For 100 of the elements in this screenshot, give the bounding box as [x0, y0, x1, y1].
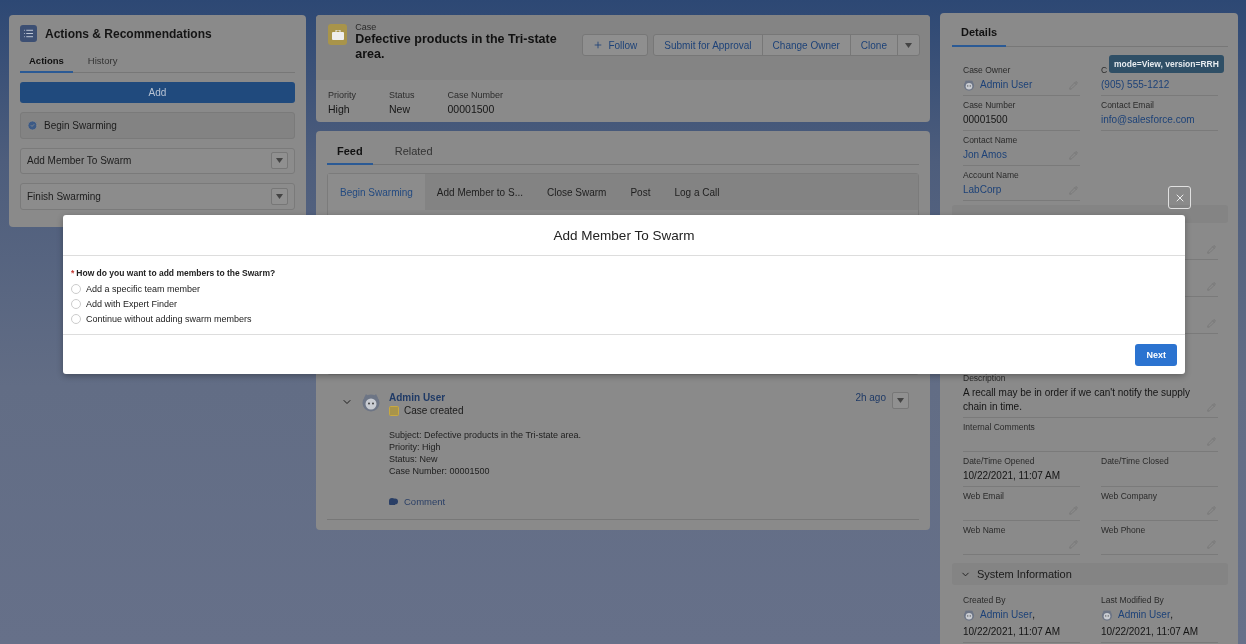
field-value: 00001500 — [963, 113, 1009, 127]
user-link[interactable]: Admin User — [1118, 608, 1171, 622]
avatar-icon — [361, 392, 381, 412]
user-link[interactable]: Admin User — [980, 608, 1033, 622]
section-title: System Information — [977, 568, 1072, 580]
field-label: Web Company — [1101, 491, 1159, 501]
more-actions-button[interactable] — [897, 34, 920, 56]
field-value: 00001500 — [447, 103, 496, 115]
case-icon — [389, 405, 399, 416]
add-button[interactable]: Add — [20, 82, 295, 103]
tab[interactable]: Details — [952, 23, 1007, 47]
radio-option[interactable]: Add a specific team member — [71, 282, 1177, 295]
author-link[interactable]: Admin User — [389, 392, 464, 403]
punctuation: , — [1170, 608, 1174, 622]
case-title: Defective products in the Tri-state area. — [355, 32, 558, 62]
action-button[interactable]: Clone — [849, 34, 898, 56]
action-label: Add Member To Swarm — [27, 155, 132, 167]
modal-title: Add Member To Swarm — [553, 227, 695, 243]
field-label: Case Owner — [963, 65, 1012, 75]
option-label: Continue without adding swarm members — [86, 313, 252, 324]
field-value: 10/22/2021, 11:07 AM — [963, 625, 1062, 639]
field-label: Contact Email — [1101, 100, 1155, 110]
option-label: Add a specific team member — [86, 283, 201, 294]
tab[interactable]: Actions — [20, 52, 73, 73]
post-line: Status: New — [389, 454, 439, 464]
next-button[interactable]: Next — [1135, 343, 1177, 366]
field-label: Last Modified By — [1101, 595, 1165, 605]
close-button[interactable] — [1168, 186, 1191, 209]
action-button[interactable]: Submit for Approval — [653, 34, 763, 56]
field-label: Web Email — [963, 491, 1005, 501]
field-label: Case Number — [963, 100, 1017, 110]
field-label: Web Name — [963, 525, 1007, 535]
field-link[interactable]: info@salesforce.com — [1101, 113, 1218, 127]
post-line: Priority: High — [389, 442, 442, 452]
caret-down-icon — [905, 42, 912, 48]
field-label: Created By — [963, 595, 1007, 605]
field-value: 10/22/2021, 11:07 AM — [963, 469, 1062, 483]
action-button[interactable]: Change Owner — [761, 34, 851, 56]
object-label: Case — [355, 22, 378, 32]
debug-tooltip: mode=View, version=RRH — [1109, 55, 1224, 73]
post-action: Case created — [404, 405, 464, 416]
action-label: Begin Swarming — [44, 119, 117, 131]
action-item[interactable]: Begin Swarming — [20, 112, 295, 139]
question-label: * How do you want to add members to the Swarm? — [71, 268, 277, 278]
post-line: Case Number: 00001500 — [389, 466, 491, 476]
radio-option[interactable]: Add with Expert Finder — [71, 297, 1177, 310]
radio-option[interactable]: Continue without adding swarm members — [71, 312, 1177, 325]
dropdown-button[interactable] — [271, 188, 288, 206]
tab[interactable]: Related — [384, 141, 443, 165]
tab[interactable]: Feed — [327, 141, 373, 165]
required-mark: * — [71, 268, 75, 278]
caret-down-icon — [276, 158, 283, 164]
field-label: Web Phone — [1101, 525, 1147, 535]
field-value: 10/22/2021, 11:07 AM — [1101, 625, 1200, 639]
tab[interactable]: History — [78, 52, 127, 73]
publisher-tab[interactable]: Add Member to S... — [424, 174, 535, 210]
field-label: Date/Time Closed — [1101, 456, 1170, 466]
comment-icon — [389, 497, 398, 506]
field-label: Internal Comments — [963, 422, 1036, 432]
field-link[interactable]: Jon Amos — [963, 148, 1080, 162]
avatar-icon — [963, 79, 975, 91]
caret-down-icon — [276, 194, 283, 200]
publisher-tab[interactable]: Post — [618, 174, 663, 210]
publisher-tab[interactable]: Log a Call — [662, 174, 732, 210]
publisher-tab[interactable]: Begin Swarming — [328, 174, 425, 210]
comment-button[interactable]: Comment — [389, 496, 909, 507]
post-time[interactable]: 2h ago — [855, 392, 886, 403]
field-label: Date/Time Opened — [963, 456, 1036, 466]
action-item[interactable]: Finish Swarming — [20, 183, 295, 210]
option-label: Add with Expert Finder — [86, 298, 178, 309]
check-icon — [27, 119, 38, 131]
field-label: Priority — [328, 90, 356, 100]
punctuation: , — [1032, 608, 1036, 622]
avatar-icon — [1101, 609, 1113, 621]
caret-down-icon — [897, 398, 904, 403]
plus-icon — [593, 40, 604, 50]
field-value: A recall may be in order if we can't notify the supply chain in time. — [963, 386, 1192, 414]
user-link[interactable]: Admin User — [980, 78, 1033, 92]
field-label: Contact Name — [963, 135, 1019, 145]
field-link[interactable]: (905) 555-1212 — [1101, 78, 1218, 92]
post-menu-button[interactable] — [892, 392, 909, 409]
field-label: Description — [963, 373, 1007, 383]
action-item[interactable]: Add Member To Swarm — [20, 147, 295, 175]
field-link[interactable]: LabCorp — [963, 183, 1080, 197]
field-label: Case Number — [447, 90, 504, 100]
post-line: Subject: Defective products in the Tri-state area. — [389, 430, 583, 440]
follow-button[interactable]: Follow — [582, 34, 649, 56]
section-header[interactable]: System Information — [952, 563, 1228, 585]
field-label: Status — [389, 90, 415, 100]
field-value: High — [328, 103, 351, 115]
field-value: New — [389, 103, 412, 115]
list-icon — [20, 25, 37, 42]
dropdown-button[interactable] — [271, 152, 288, 170]
field-label: C — [1101, 65, 1109, 75]
briefcase-icon — [328, 24, 348, 45]
avatar-icon — [963, 609, 975, 621]
panel-title: Actions & Recommendations — [45, 26, 212, 41]
publisher-tab[interactable]: Close Swarm — [534, 174, 619, 210]
action-label: Finish Swarming — [27, 191, 101, 203]
field-label: Account Name — [963, 170, 1020, 180]
